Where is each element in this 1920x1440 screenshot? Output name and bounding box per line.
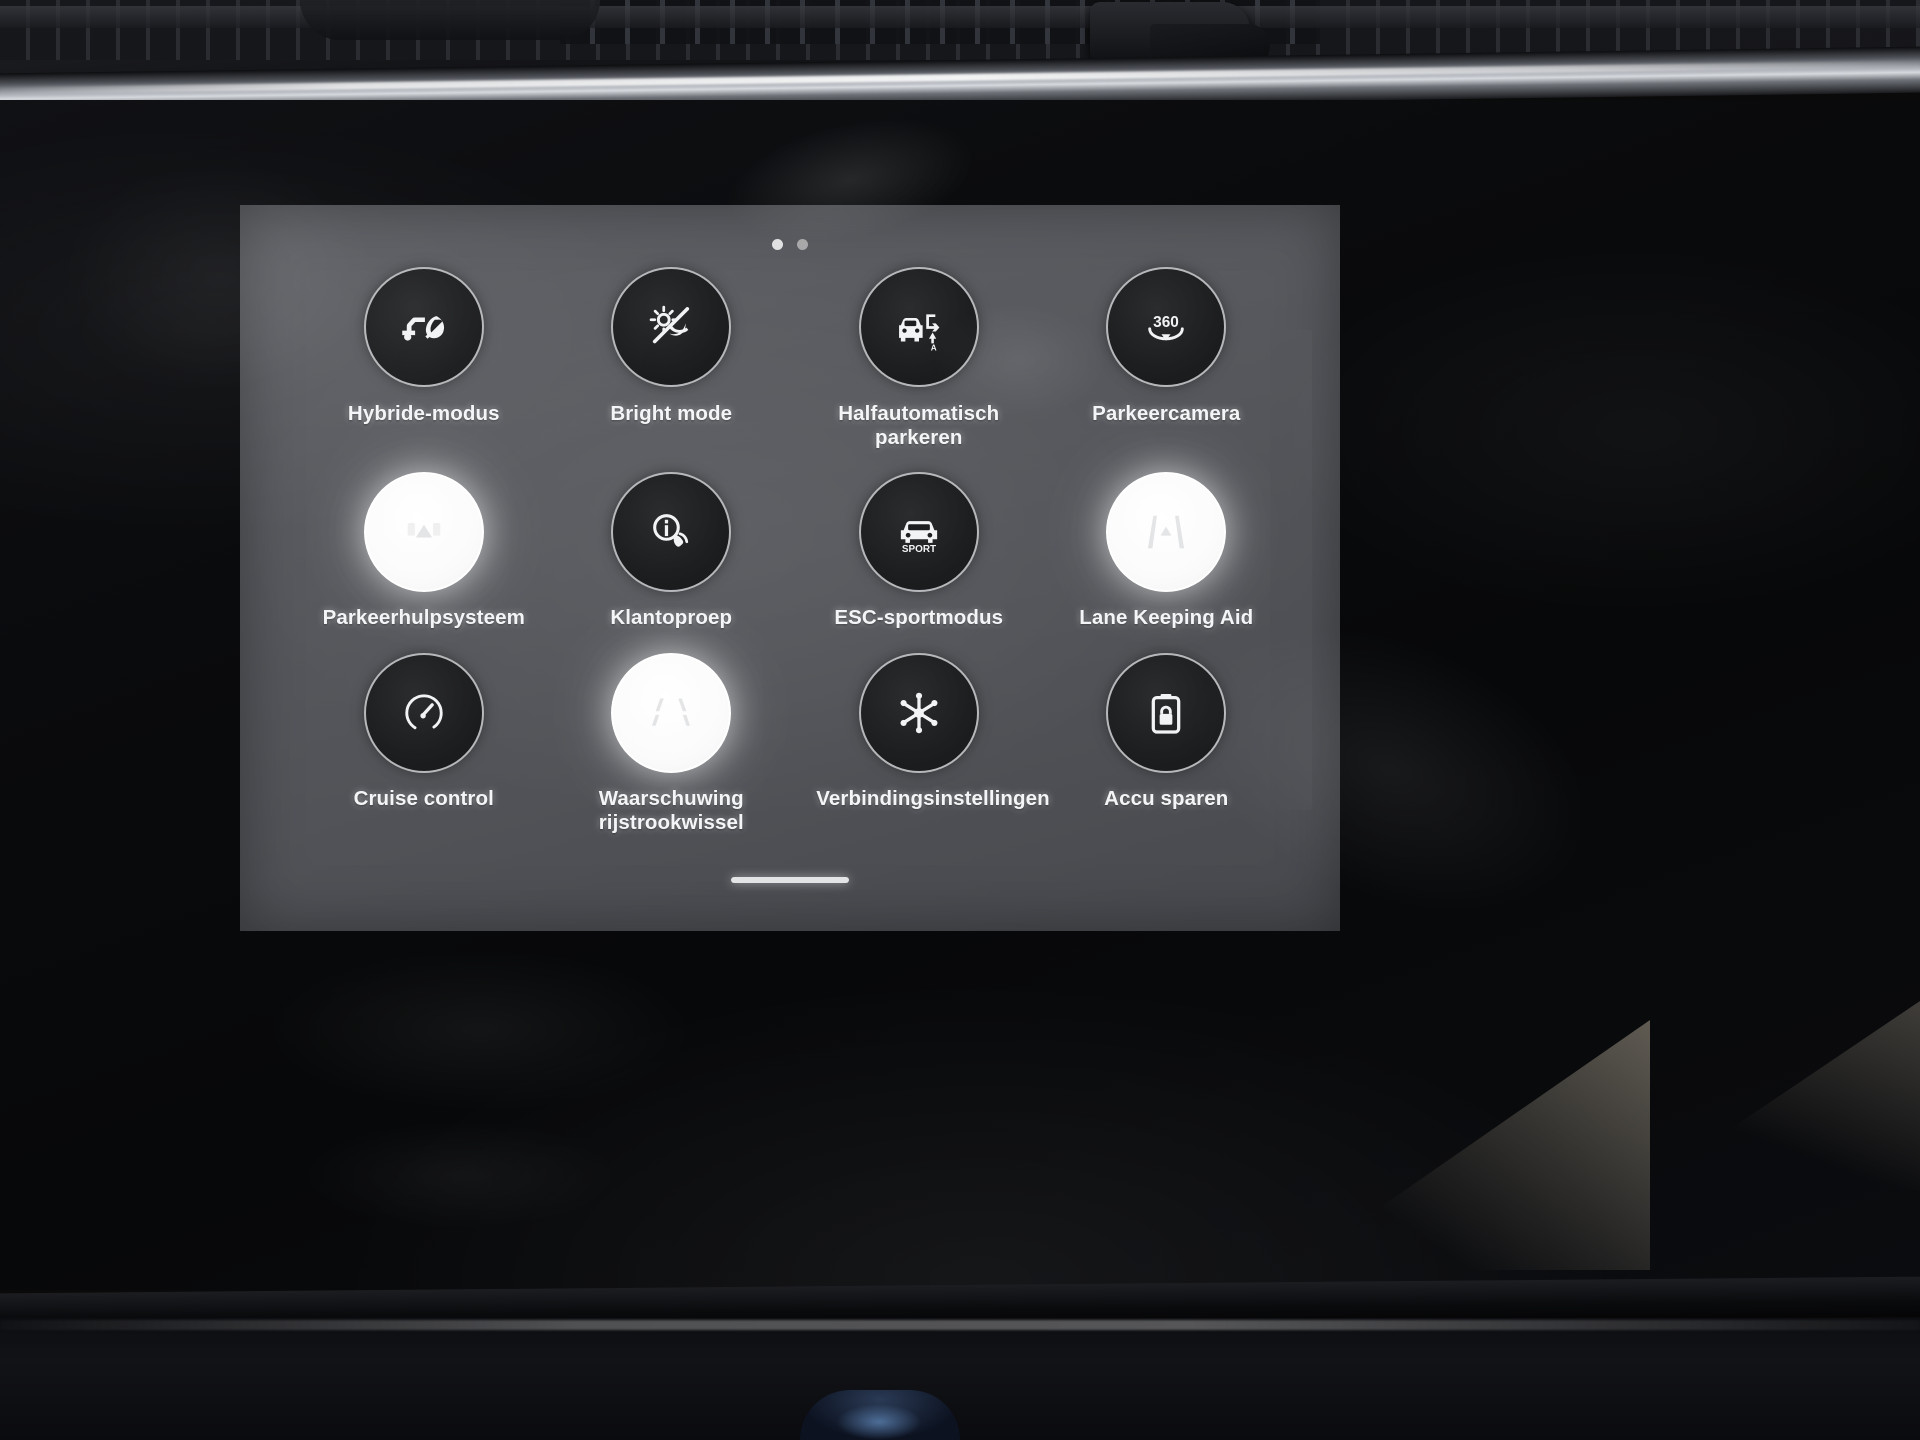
tile-verbindingsinstellingen[interactable]: Verbindingsinstellingen: [795, 652, 1050, 835]
tile-label: Klantoproep: [610, 606, 733, 630]
tile-label: Halfautomatisch parkeren: [838, 402, 1000, 450]
tile-cruise-control[interactable]: Cruise control: [300, 652, 548, 835]
tile-label: ESC-sportmodus: [834, 606, 1004, 630]
pagination-dot-1[interactable]: [772, 239, 783, 250]
tile-icon-button[interactable]: 360: [1106, 267, 1227, 387]
car-sport-icon: SPORT: [900, 521, 937, 555]
speedometer-icon: [405, 693, 443, 732]
dashboard-molding: [300, 0, 600, 40]
air-vent-slat: [0, 6, 1920, 28]
tile-label: Cruise control: [353, 786, 494, 810]
semi-auto-parking-icon: A: [898, 314, 940, 353]
tile-label: Parkeerhulpsysteem: [322, 606, 525, 630]
tile-icon-button-active[interactable]: [611, 652, 732, 773]
dashboard-bottom-highlight: [0, 1320, 1920, 1330]
tile-icon-button-active[interactable]: [1106, 472, 1227, 593]
dashboard-bottom: [0, 1318, 1920, 1440]
tile-waarschuwing-rijstrookwissel[interactable]: Waarschuwing rijstrookwissel: [548, 652, 796, 835]
tile-label: Hybride-modus: [347, 402, 500, 425]
tile-label: Lane Keeping Aid: [1079, 606, 1254, 630]
park-assist-car-icon: [407, 523, 441, 538]
tile-icon-button[interactable]: [363, 652, 484, 773]
pagination-dots[interactable]: [240, 239, 1340, 250]
tile-icon-button[interactable]: [858, 652, 979, 773]
lane-change-warning-icon: [652, 698, 691, 726]
battery-lock-icon: [1151, 693, 1181, 734]
tile-hybride-modus[interactable]: Hybride-modus: [300, 267, 548, 450]
tile-icon-button[interactable]: [611, 472, 732, 593]
tile-parkeercamera[interactable]: 360 Parkeercamera: [1043, 267, 1291, 450]
tile-label: Bright mode: [610, 402, 733, 425]
tile-icon-button[interactable]: A: [858, 267, 979, 387]
home-indicator[interactable]: [240, 877, 1340, 883]
svg-text:A: A: [931, 344, 937, 353]
car-leaf-icon: [402, 316, 444, 341]
tile-label: Waarschuwing rijstrookwissel: [598, 786, 744, 834]
tile-icon-button[interactable]: [363, 267, 484, 387]
tile-klantoproep[interactable]: Klantoproep: [548, 472, 796, 630]
svg-text:360: 360: [1153, 314, 1179, 331]
home-indicator-bar[interactable]: [731, 877, 849, 883]
tile-icon-button[interactable]: SPORT: [858, 472, 979, 593]
tile-accu-sparen[interactable]: Accu sparen: [1043, 652, 1291, 835]
tile-halfautomatisch-parkeren[interactable]: A Halfautomatisch parkeren: [795, 267, 1043, 450]
svg-text:SPORT: SPORT: [902, 544, 936, 555]
tile-bright-mode[interactable]: Bright mode: [548, 267, 796, 450]
tile-esc-sportmodus[interactable]: SPORT ESC-sportmodus: [795, 472, 1043, 630]
sun-moon-slash-icon: [649, 305, 690, 344]
settings-tile-grid: Hybride-modus Bright mode A Halfautomati…: [300, 267, 1290, 835]
center-console-button-glow: [836, 1404, 922, 1440]
lane-keeping-icon: [1148, 516, 1185, 549]
quick-settings-screen: Hybride-modus Bright mode A Halfautomati…: [240, 205, 1340, 931]
tile-label: Parkeercamera: [1092, 402, 1241, 425]
tile-icon-button[interactable]: [1106, 652, 1227, 773]
tile-label: Accu sparen: [1104, 786, 1229, 810]
pagination-dot-2[interactable]: [797, 239, 808, 250]
tile-parkeerhulpsysteem[interactable]: Parkeerhulpsysteem: [300, 472, 548, 630]
camera-360-icon: 360: [1148, 314, 1185, 341]
connection-node-icon: [900, 692, 938, 733]
info-phone-icon: [653, 514, 689, 548]
tile-lane-keeping-aid[interactable]: Lane Keeping Aid: [1043, 472, 1291, 630]
tile-icon-button[interactable]: [611, 267, 732, 387]
infotainment-photo-scene: Hybride-modus Bright mode A Halfautomati…: [0, 0, 1920, 1440]
tile-label: Verbindingsinstellingen: [816, 786, 1050, 810]
tile-icon-button-active[interactable]: [363, 472, 484, 593]
